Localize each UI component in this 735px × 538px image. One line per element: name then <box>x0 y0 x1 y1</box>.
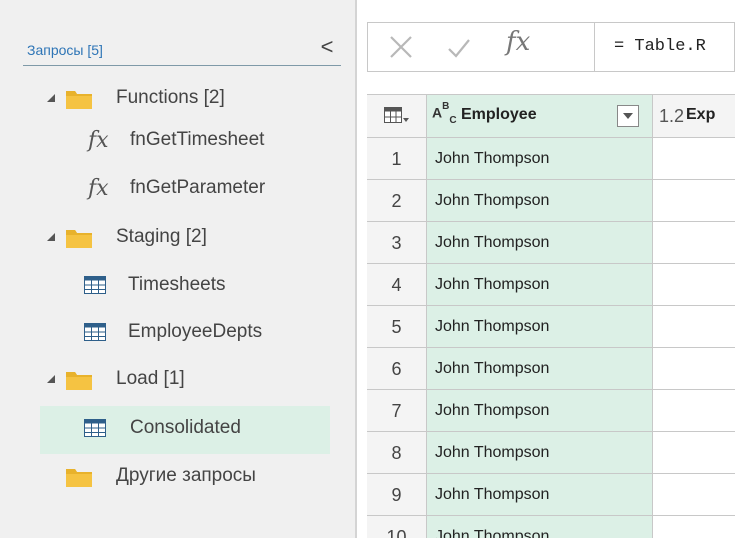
table-row: 3 John Thompson <box>367 222 735 264</box>
query-group-label: Staging [2] <box>116 226 207 247</box>
column-header-employee[interactable]: ABC Employee <box>427 95 653 137</box>
cell-employee[interactable]: John Thompson <box>427 264 653 306</box>
table-row: 9 John Thompson <box>367 474 735 516</box>
query-item-label: fnGetParameter <box>130 177 266 198</box>
table-row: 6 John Thompson <box>367 348 735 390</box>
column-name: Employee <box>461 106 537 123</box>
collapse-pane-button[interactable]: < <box>315 36 339 60</box>
cell-employee[interactable]: John Thompson <box>427 222 653 264</box>
row-number[interactable]: 10 <box>367 516 427 538</box>
function-icon: fx <box>88 175 109 201</box>
row-number[interactable]: 6 <box>367 348 427 390</box>
table-menu-icon <box>383 107 409 123</box>
formula-divider <box>594 23 595 71</box>
query-item-label: EmployeeDepts <box>128 321 263 342</box>
query-item-fngetparameter[interactable]: fx fnGetParameter <box>0 168 355 208</box>
formula-bar: fx = Table.R <box>367 22 735 72</box>
checkmark-icon <box>448 39 470 58</box>
cell-employee[interactable]: John Thompson <box>427 516 653 538</box>
table-row: 10 John Thompson <box>367 516 735 538</box>
table-row: 4 John Thompson <box>367 264 735 306</box>
folder-icon <box>66 368 92 390</box>
query-item-label: fnGetTimesheet <box>130 129 265 150</box>
cell-exp[interactable] <box>653 474 735 516</box>
cell-employee[interactable]: John Thompson <box>427 432 653 474</box>
query-group-label: Functions [2] <box>116 87 225 108</box>
row-number[interactable]: 4 <box>367 264 427 306</box>
decimal-type-icon[interactable]: 1.2 <box>659 106 684 127</box>
close-icon <box>390 36 412 58</box>
cancel-formula-button[interactable] <box>388 33 414 61</box>
folder-icon <box>66 226 92 248</box>
folder-icon <box>66 87 92 109</box>
row-number[interactable]: 2 <box>367 180 427 222</box>
cell-exp[interactable] <box>653 348 735 390</box>
cell-employee[interactable]: John Thompson <box>427 390 653 432</box>
grid-body: 1 John Thompson 2 John Thompson 3 John T… <box>367 138 735 538</box>
query-item-label: Timesheets <box>128 274 226 295</box>
table-icon <box>84 419 106 437</box>
cell-exp[interactable] <box>653 222 735 264</box>
query-group-load[interactable]: Load [1] <box>0 359 355 399</box>
query-group-staging[interactable]: Staging [2] <box>0 217 355 257</box>
cell-employee[interactable]: John Thompson <box>427 180 653 222</box>
row-number[interactable]: 3 <box>367 222 427 264</box>
formula-input[interactable]: = Table.R <box>614 37 706 56</box>
commit-formula-button[interactable] <box>446 35 472 61</box>
cell-employee[interactable]: John Thompson <box>427 138 653 180</box>
row-number[interactable]: 1 <box>367 138 427 180</box>
insert-function-button[interactable]: fx <box>506 27 530 57</box>
table-menu-button[interactable] <box>367 95 427 137</box>
row-number[interactable]: 8 <box>367 432 427 474</box>
row-number[interactable]: 5 <box>367 306 427 348</box>
query-group-label: Другие запросы <box>116 465 256 486</box>
cell-employee[interactable]: John Thompson <box>427 474 653 516</box>
queries-pane: Запросы [5] < Functions [2] fx fnGetTime… <box>0 0 355 538</box>
data-grid: ABC Employee 1.2 Exp 1 John Thompson 2 J… <box>367 94 735 538</box>
cell-employee[interactable]: John Thompson <box>427 348 653 390</box>
function-icon: fx <box>88 127 109 153</box>
cell-exp[interactable] <box>653 516 735 538</box>
text-type-icon[interactable]: ABC <box>432 101 457 126</box>
table-icon <box>84 323 106 341</box>
query-item-fngettimesheet[interactable]: fx fnGetTimesheet <box>0 120 355 160</box>
folder-icon <box>66 465 92 487</box>
table-row: 7 John Thompson <box>367 390 735 432</box>
chevron-down-icon <box>623 113 633 119</box>
cell-exp[interactable] <box>653 432 735 474</box>
row-number[interactable]: 7 <box>367 390 427 432</box>
column-filter-button[interactable] <box>617 105 639 127</box>
table-icon <box>84 276 106 294</box>
query-item-timesheets[interactable]: Timesheets <box>0 265 355 305</box>
queries-pane-title: Запросы [5] <box>27 42 103 58</box>
cell-exp[interactable] <box>653 180 735 222</box>
column-name: Exp <box>686 106 716 123</box>
query-group-functions[interactable]: Functions [2] <box>0 78 355 118</box>
query-item-employeedepts[interactable]: EmployeeDepts <box>0 312 355 352</box>
query-item-consolidated[interactable]: Consolidated <box>0 406 355 454</box>
cell-exp[interactable] <box>653 264 735 306</box>
query-group-other[interactable]: Другие запросы <box>0 456 355 496</box>
cell-employee[interactable]: John Thompson <box>427 306 653 348</box>
column-header-exp[interactable]: 1.2 Exp <box>653 95 735 137</box>
cell-exp[interactable] <box>653 390 735 432</box>
table-row: 5 John Thompson <box>367 306 735 348</box>
grid-header: ABC Employee 1.2 Exp <box>367 94 735 138</box>
expand-arrow-icon[interactable] <box>46 374 56 384</box>
expand-arrow-icon[interactable] <box>46 232 56 242</box>
table-row: 1 John Thompson <box>367 138 735 180</box>
expand-arrow-icon[interactable] <box>46 93 56 103</box>
query-group-label: Load [1] <box>116 368 185 389</box>
queries-header: Запросы [5] < <box>23 36 341 66</box>
table-row: 8 John Thompson <box>367 432 735 474</box>
cell-exp[interactable] <box>653 306 735 348</box>
pane-splitter[interactable] <box>355 0 357 538</box>
cell-exp[interactable] <box>653 138 735 180</box>
table-row: 2 John Thompson <box>367 180 735 222</box>
row-number[interactable]: 9 <box>367 474 427 516</box>
query-item-label: Consolidated <box>130 417 241 438</box>
